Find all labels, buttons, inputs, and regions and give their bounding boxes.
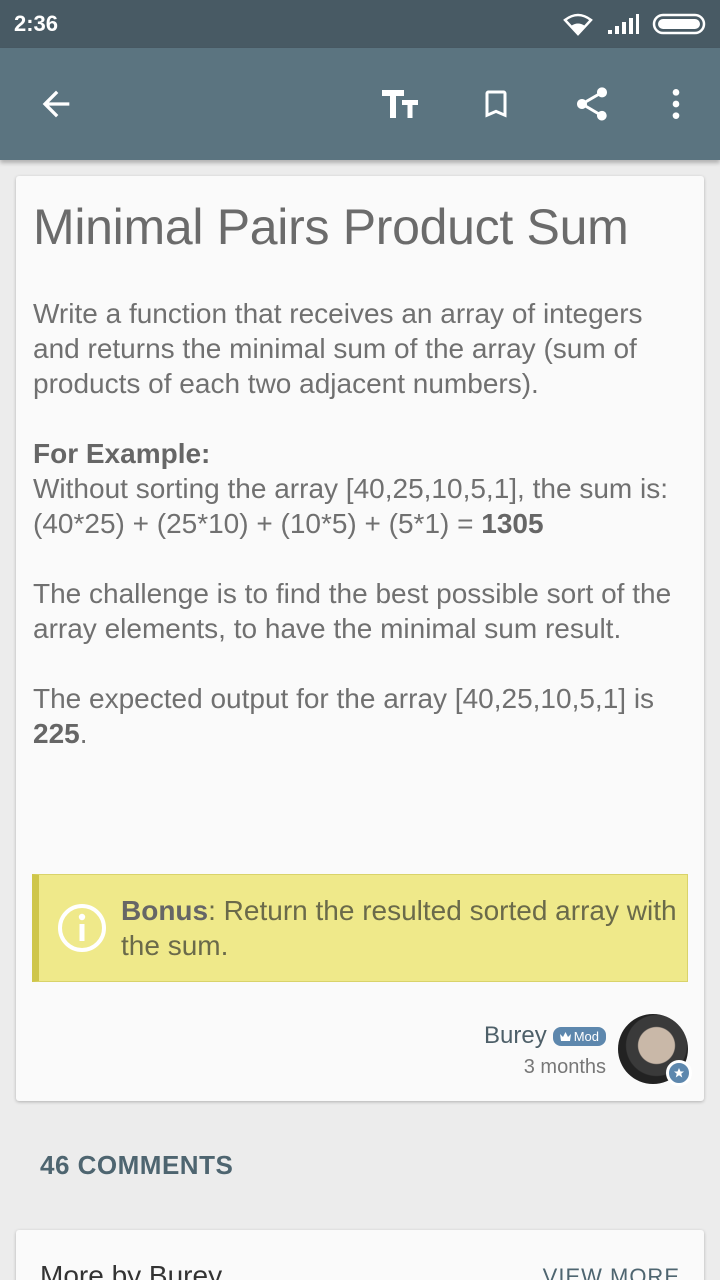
bonus-text: Bonus: Return the resulted sorted array … [121, 893, 687, 963]
wifi-icon [563, 13, 593, 36]
example-text: Without sorting the array [40,25,10,5,1]… [33, 473, 668, 504]
example-heading: For Example: [33, 438, 211, 469]
app-bar [0, 48, 720, 160]
expected-prefix: The expected output for the array [40,25… [33, 683, 655, 714]
intro-text: Write a function that receives an array … [33, 298, 643, 399]
view-more-button[interactable]: VIEW MORE [543, 1264, 680, 1280]
bonus-callout: Bonus: Return the resulted sorted array … [32, 874, 688, 982]
author-line: Burey Mod [484, 1022, 606, 1050]
example-paragraph: For Example: Without sorting the array [… [33, 436, 693, 541]
more-vert-icon[interactable] [648, 48, 704, 160]
author-name[interactable]: Burey [484, 1022, 547, 1050]
star-badge-icon [666, 1060, 692, 1086]
avatar[interactable] [618, 1014, 692, 1086]
example-result: 1305 [481, 508, 544, 539]
challenge-body: Write a function that receives an array … [33, 296, 693, 786]
more-by-author-card: More by Burey VIEW MORE [16, 1230, 704, 1280]
challenge-card: Minimal Pairs Product Sum Write a functi… [16, 176, 704, 1101]
status-time: 2:36 [14, 11, 59, 36]
author-meta: Burey Mod 3 months [484, 1022, 606, 1079]
bonus-label: Bonus [121, 895, 209, 926]
info-icon [58, 904, 106, 952]
example-formula: (40*25) + (25*10) + (10*5) + (5*1) = [33, 508, 482, 539]
author-time: 3 months [523, 1056, 606, 1078]
back-arrow-icon[interactable] [28, 48, 84, 160]
author-block[interactable]: Burey Mod 3 months [484, 1014, 692, 1086]
share-icon[interactable] [564, 48, 620, 160]
crown-icon [559, 1031, 571, 1041]
expected-paragraph: The expected output for the array [40,25… [33, 681, 693, 751]
mod-badge: Mod [552, 1026, 606, 1046]
status-bar: 2:36 [0, 0, 720, 48]
challenge-text: The challenge is to find the best possib… [33, 578, 672, 644]
battery-icon [652, 13, 706, 35]
more-by-title: More by Burey [40, 1260, 223, 1280]
text-size-icon[interactable] [372, 48, 428, 160]
mod-badge-label: Mod [573, 1028, 599, 1044]
status-icons [562, 12, 706, 36]
bookmark-icon[interactable] [468, 48, 524, 160]
comments-count[interactable]: 46 COMMENTS [40, 1150, 233, 1181]
expected-value: 225 [33, 718, 80, 749]
expected-suffix: . [79, 718, 88, 749]
page-title: Minimal Pairs Product Sum [33, 199, 629, 255]
signal-icon [608, 14, 639, 34]
